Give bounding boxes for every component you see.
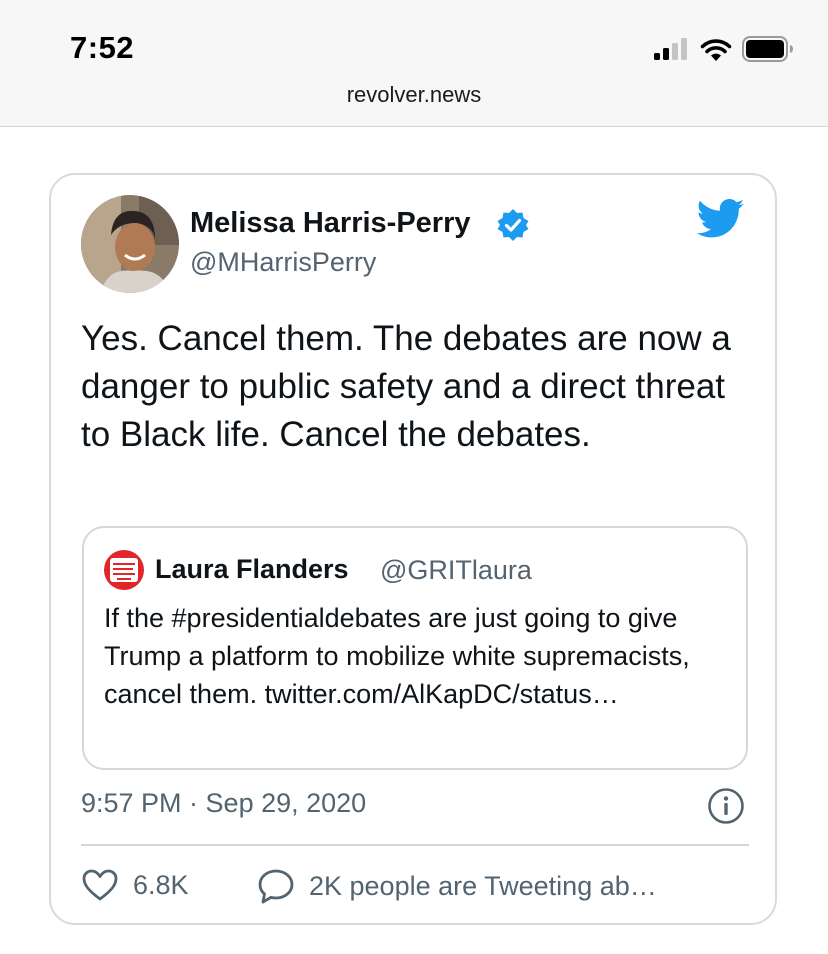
quoted-handle[interactable]: @GRITlaura	[380, 555, 532, 586]
conversation-link[interactable]: 2K people are Tweeting ab…	[257, 868, 657, 904]
tweet-card[interactable]: Melissa Harris-Perry @MHarrisPerry Yes. …	[49, 173, 777, 925]
handle[interactable]: @MHarrisPerry	[190, 247, 376, 278]
quoted-display-name[interactable]: Laura Flanders	[155, 554, 349, 585]
battery-icon	[742, 36, 793, 62]
quoted-tweet[interactable]: Laura Flanders @GRITlaura If the #presid…	[82, 526, 748, 770]
clock: 7:52	[70, 30, 135, 65]
twitter-bird-icon[interactable]	[697, 199, 745, 239]
wifi-icon	[700, 39, 732, 61]
tweet-timestamp[interactable]: 9:57 PM · Sep 29, 2020	[81, 788, 366, 819]
like-button[interactable]: 6.8K	[81, 868, 189, 902]
quoted-tweet-text: If the #presidentialdebates are just goi…	[104, 603, 690, 709]
status-bar: 7:52 revolver.news	[0, 0, 828, 127]
display-name[interactable]: Melissa Harris-Perry	[190, 207, 471, 240]
tweet-text: Yes. Cancel them. The debates are now a …	[81, 319, 731, 454]
avatar[interactable]	[81, 195, 179, 293]
divider	[81, 844, 749, 846]
verified-badge-icon	[497, 209, 529, 241]
heart-icon	[82, 869, 118, 901]
like-count: 6.8K	[133, 869, 189, 900]
reply-bubble-icon	[258, 869, 294, 904]
info-icon[interactable]	[707, 787, 745, 825]
conversation-text: 2K people are Tweeting ab…	[309, 870, 657, 901]
system-icons	[654, 36, 794, 62]
quoted-avatar[interactable]	[104, 550, 144, 590]
address-bar-url[interactable]: revolver.news	[0, 82, 828, 108]
signal-icon	[654, 38, 687, 60]
